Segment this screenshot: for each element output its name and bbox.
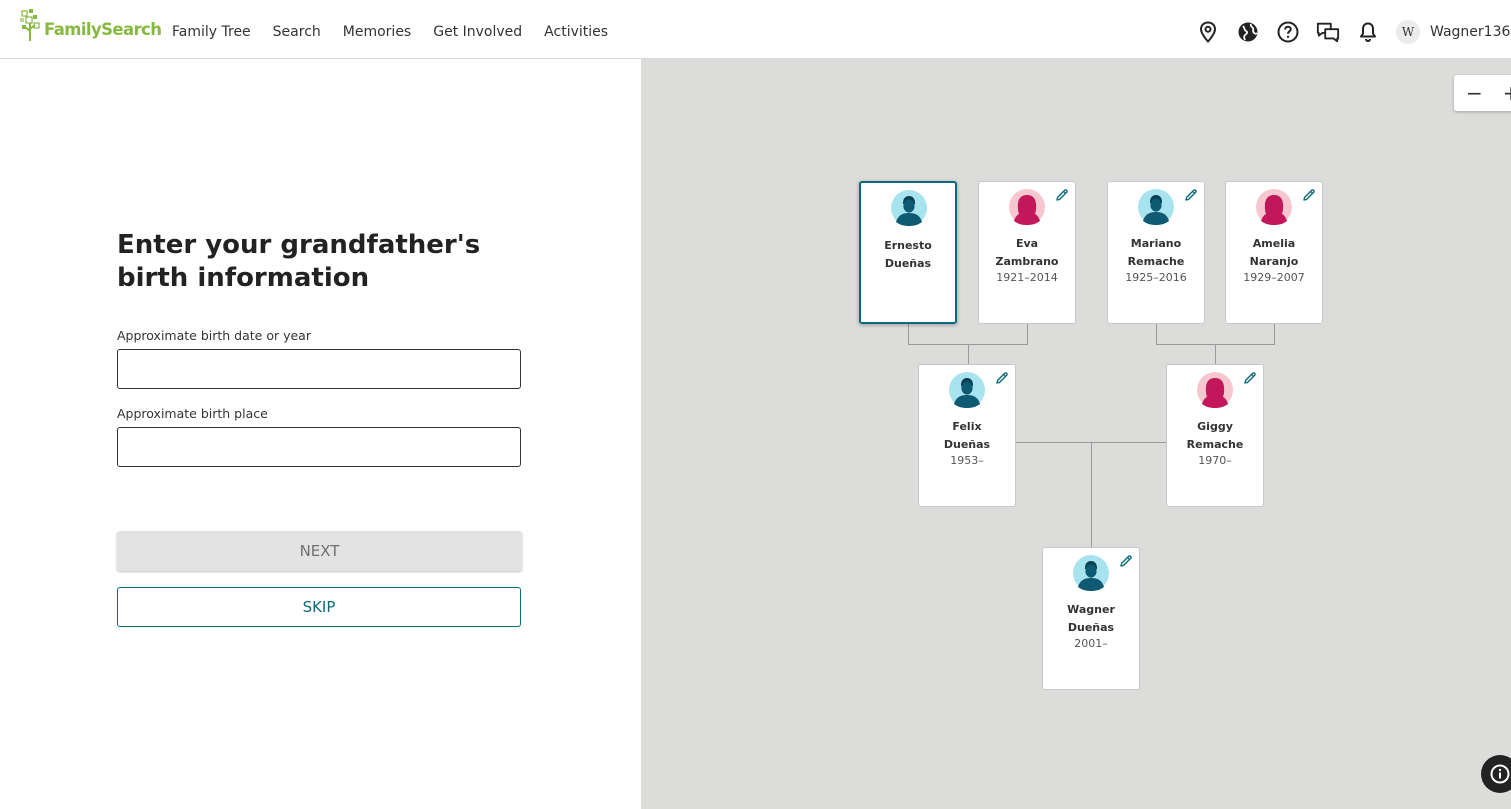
nav-memories[interactable]: Memories [343, 24, 411, 40]
nav-activities[interactable]: Activities [544, 24, 608, 40]
person-lifespan: 1953– [950, 454, 984, 467]
person-first-name: Ernesto [884, 239, 932, 252]
bell-icon[interactable] [1356, 20, 1380, 44]
top-header: FamilySearch Family Tree Search Memories… [0, 0, 1511, 59]
person-card-felix[interactable]: Felix Dueñas 1953– [918, 364, 1016, 507]
birth-place-input[interactable] [117, 427, 521, 467]
person-name: Giggy Remache [1167, 418, 1263, 454]
person-name: Amelia Naranjo [1226, 235, 1322, 271]
familysearch-logo[interactable]: FamilySearch [20, 9, 162, 41]
female-avatar-icon [1256, 189, 1292, 225]
person-name: Felix Dueñas [919, 418, 1015, 454]
birth-place-label: Approximate birth place [117, 406, 268, 421]
zoom-in-button[interactable]: + [1503, 83, 1511, 103]
main-nav: Family Tree Search Memories Get Involved… [172, 24, 608, 40]
zoom-out-button[interactable]: − [1466, 83, 1483, 103]
edit-pencil-icon[interactable] [1302, 188, 1316, 202]
person-lifespan: 1921–2014 [996, 271, 1058, 284]
tree-connector [1156, 324, 1157, 344]
chat-icon[interactable] [1316, 20, 1340, 44]
help-icon[interactable] [1276, 20, 1300, 44]
person-first-name: Eva [1015, 237, 1039, 250]
female-avatar-icon [1197, 372, 1233, 408]
birth-info-form-panel: Enter your grandfather's birth informati… [0, 59, 641, 809]
person-lifespan: 1970– [1198, 454, 1232, 467]
edit-pencil-icon[interactable] [1184, 188, 1198, 202]
birth-date-input[interactable] [117, 349, 521, 389]
person-first-name: Giggy [1197, 420, 1233, 433]
edit-pencil-icon[interactable] [1243, 371, 1257, 385]
female-avatar-icon [1009, 189, 1045, 225]
info-button[interactable] [1481, 755, 1511, 793]
tree-connector [1091, 442, 1092, 548]
person-card-ernesto[interactable]: Ernesto Dueñas [859, 181, 957, 324]
edit-pencil-icon[interactable] [1119, 554, 1133, 568]
person-last-name: Dueñas [1067, 621, 1115, 634]
person-lifespan: 1929–2007 [1243, 271, 1305, 284]
person-last-name: Remache [1127, 255, 1185, 268]
birth-date-label: Approximate birth date or year [117, 328, 311, 343]
location-pin-icon[interactable] [1196, 20, 1220, 44]
tree-connector [1215, 344, 1216, 365]
tree-connector [968, 344, 969, 365]
skip-button[interactable]: SKIP [117, 587, 521, 627]
nav-family-tree[interactable]: Family Tree [172, 24, 251, 40]
header-utilities: W Wagner1369 [1196, 20, 1511, 44]
person-name: Ernesto Dueñas [861, 237, 955, 273]
person-name: Eva Zambrano [979, 235, 1075, 271]
person-card-giggy[interactable]: Giggy Remache 1970– [1166, 364, 1264, 507]
tree-connector [1274, 324, 1275, 344]
person-name: Mariano Remache [1108, 235, 1204, 271]
globe-icon[interactable] [1236, 20, 1260, 44]
user-avatar[interactable]: W [1396, 20, 1420, 44]
tree-connector [908, 324, 909, 344]
page-title: Enter your grandfather's birth informati… [117, 230, 481, 293]
person-name: Wagner Dueñas [1043, 601, 1139, 637]
info-icon [1490, 764, 1510, 784]
person-last-name: Dueñas [943, 438, 991, 451]
male-avatar-icon [1073, 555, 1109, 591]
tree-connector [1027, 324, 1028, 344]
person-first-name: Felix [952, 420, 982, 433]
person-last-name: Remache [1186, 438, 1244, 451]
nav-search[interactable]: Search [273, 24, 321, 40]
male-avatar-icon [1138, 189, 1174, 225]
edit-pencil-icon[interactable] [995, 371, 1009, 385]
next-button[interactable]: NEXT [117, 531, 522, 571]
family-tree-panel: − + Ernesto Dueñas Eva Zambrano 1921–2014 M… [641, 59, 1511, 809]
male-avatar-icon [949, 372, 985, 408]
person-first-name: Amelia [1252, 237, 1296, 250]
male-avatar-icon [891, 190, 927, 226]
person-last-name: Naranjo [1249, 255, 1299, 268]
person-card-eva[interactable]: Eva Zambrano 1921–2014 [978, 181, 1076, 324]
nav-get-involved[interactable]: Get Involved [433, 24, 522, 40]
person-lifespan: 1925–2016 [1125, 271, 1187, 284]
person-last-name: Dueñas [884, 257, 932, 270]
edit-pencil-icon[interactable] [1055, 188, 1069, 202]
person-first-name: Mariano [1130, 237, 1182, 250]
person-card-wagner[interactable]: Wagner Dueñas 2001– [1042, 547, 1140, 690]
username-label[interactable]: Wagner1369 [1430, 24, 1511, 40]
zoom-controls: − + [1454, 75, 1511, 111]
person-last-name: Zambrano [995, 255, 1059, 268]
person-first-name: Wagner [1067, 603, 1115, 616]
person-card-mariano[interactable]: Mariano Remache 1925–2016 [1107, 181, 1205, 324]
person-card-amelia[interactable]: Amelia Naranjo 1929–2007 [1225, 181, 1323, 324]
logo-wordmark: FamilySearch [44, 19, 162, 39]
person-lifespan: 2001– [1074, 637, 1108, 650]
tree-logo-icon [20, 9, 40, 41]
